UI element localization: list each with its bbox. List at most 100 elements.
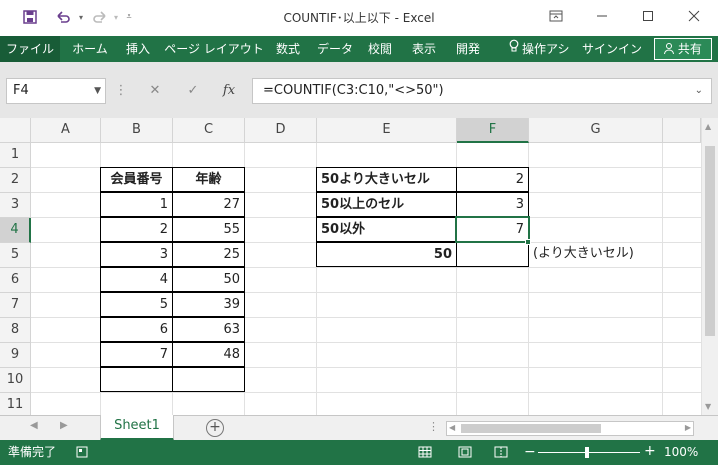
minimize-icon[interactable]	[579, 0, 625, 32]
tell-me-box[interactable]: 操作アシ	[522, 36, 578, 62]
enter-icon[interactable]: ✓	[178, 78, 208, 104]
cancel-icon[interactable]: ✕	[140, 78, 170, 104]
column-header-c[interactable]: C	[173, 118, 245, 143]
tab-formulas[interactable]: 数式	[266, 36, 310, 62]
zoom-level[interactable]: 100%	[664, 440, 698, 465]
cell-c9[interactable]: 48	[172, 342, 245, 367]
scroll-up-icon[interactable]: ▲	[705, 122, 711, 131]
select-all-corner[interactable]	[0, 118, 31, 143]
row-header-11[interactable]: 11	[0, 393, 31, 415]
page-break-view-icon[interactable]	[494, 446, 508, 461]
redo-dropdown-icon[interactable]: ▾	[111, 6, 121, 28]
cell-c4[interactable]: 55	[172, 217, 245, 242]
scroll-right-icon[interactable]: ▶	[685, 423, 691, 432]
row-header-3[interactable]: 3	[0, 193, 31, 218]
cell-e2[interactable]: 50より大きいセル	[316, 167, 457, 192]
more-options-icon[interactable]: ⋮	[114, 78, 128, 104]
zoom-in-icon[interactable]: +	[644, 443, 656, 459]
cell-c10[interactable]	[172, 367, 245, 392]
tab-file[interactable]: ファイル	[0, 36, 60, 62]
cell-c5[interactable]: 25	[172, 242, 245, 267]
column-header-g[interactable]: G	[529, 118, 663, 143]
cell-b10[interactable]	[100, 367, 173, 392]
ribbon-display-icon[interactable]	[533, 0, 579, 32]
cell-f5[interactable]	[456, 242, 529, 267]
cell-b3[interactable]: 1	[100, 192, 173, 217]
zoom-slider-handle[interactable]	[585, 447, 589, 458]
cell-b6[interactable]: 4	[100, 267, 173, 292]
sign-in-link[interactable]: サインイン	[582, 36, 642, 62]
name-box[interactable]: F4 ▼	[6, 78, 106, 104]
horizontal-scrollbar[interactable]: ◀ ▶	[446, 421, 694, 436]
save-icon[interactable]	[18, 6, 42, 28]
cell-b8[interactable]: 6	[100, 317, 173, 342]
cell-c2[interactable]: 年齢	[172, 167, 245, 192]
cell-b7[interactable]: 5	[100, 292, 173, 317]
cell-b9[interactable]: 7	[100, 342, 173, 367]
sheet-prev-icon[interactable]: ◀	[30, 420, 38, 431]
customize-qat-icon[interactable]: ⩡	[122, 6, 136, 28]
cell-e5[interactable]: 50	[316, 242, 457, 267]
row-header-7[interactable]: 7	[0, 293, 31, 318]
cell-c6[interactable]: 50	[172, 267, 245, 292]
cell-b5[interactable]: 3	[100, 242, 173, 267]
chevron-down-icon[interactable]: ▼	[94, 79, 101, 103]
share-button[interactable]: 共有	[654, 38, 712, 60]
cell-b2[interactable]: 会員番号	[100, 167, 173, 192]
normal-view-icon[interactable]	[418, 446, 432, 461]
scroll-thumb[interactable]	[705, 146, 715, 336]
cell-c3[interactable]: 27	[172, 192, 245, 217]
sheet-tab-sheet1[interactable]: Sheet1	[100, 415, 174, 441]
cell-b4[interactable]: 2	[100, 217, 173, 242]
column-header-b[interactable]: B	[101, 118, 173, 143]
cell-f2[interactable]: 2	[456, 167, 529, 192]
scroll-left-icon[interactable]: ◀	[449, 423, 455, 432]
undo-icon[interactable]	[50, 6, 76, 28]
scroll-thumb[interactable]	[461, 424, 601, 433]
page-layout-view-icon[interactable]	[458, 446, 472, 461]
column-header-d[interactable]: D	[245, 118, 317, 143]
tab-data[interactable]: データ	[312, 36, 358, 62]
row-header-4[interactable]: 4	[0, 218, 31, 243]
row-header-2[interactable]: 2	[0, 168, 31, 193]
cell-e3[interactable]: 50以上のセル	[316, 192, 457, 217]
insert-function-icon[interactable]: fx	[216, 78, 242, 104]
tab-view[interactable]: 表示	[404, 36, 444, 62]
tab-home[interactable]: ホーム	[68, 36, 112, 62]
row-header-1[interactable]: 1	[0, 143, 31, 168]
cell-c7[interactable]: 39	[172, 292, 245, 317]
lightbulb-icon[interactable]	[506, 36, 522, 62]
row-header-6[interactable]: 6	[0, 268, 31, 293]
add-sheet-icon[interactable]: +	[206, 419, 224, 437]
zoom-slider[interactable]	[538, 452, 640, 453]
cell-e4[interactable]: 50以外	[316, 217, 457, 242]
zoom-out-icon[interactable]: −	[524, 444, 536, 460]
maximize-icon[interactable]	[625, 0, 671, 32]
expand-formula-icon[interactable]: ⌄	[695, 79, 703, 103]
formula-input[interactable]: =COUNTIF(C3:C10,"<>50") ⌄	[252, 78, 712, 104]
column-header-a[interactable]: A	[31, 118, 101, 143]
tab-insert[interactable]: 挿入	[118, 36, 158, 62]
close-icon[interactable]	[671, 0, 717, 32]
cell-c8[interactable]: 63	[172, 317, 245, 342]
tab-review[interactable]: 校閲	[360, 36, 400, 62]
worksheet-grid[interactable]: A B C D E F G 1 2 3 4 5 6 7 8 9 10 11 会員…	[0, 118, 718, 415]
fill-handle[interactable]	[525, 239, 531, 245]
row-header-9[interactable]: 9	[0, 343, 31, 368]
cell-g5[interactable]: (より大きいセル)	[529, 242, 663, 267]
undo-dropdown-icon[interactable]: ▾	[76, 6, 86, 28]
column-header-e[interactable]: E	[317, 118, 457, 143]
row-header-5[interactable]: 5	[0, 243, 31, 268]
tab-developer[interactable]: 開発	[448, 36, 488, 62]
column-header-f[interactable]: F	[457, 118, 529, 143]
sheet-next-icon[interactable]: ▶	[60, 420, 68, 431]
row-header-10[interactable]: 10	[0, 368, 31, 393]
more-options-icon[interactable]: ⋮	[428, 420, 439, 433]
cell-f3[interactable]: 3	[456, 192, 529, 217]
macro-record-icon[interactable]	[76, 446, 88, 461]
scroll-down-icon[interactable]: ▼	[705, 402, 711, 411]
vertical-scrollbar[interactable]: ▲ ▼	[701, 118, 718, 415]
redo-icon[interactable]	[88, 6, 112, 28]
column-header-next[interactable]	[663, 118, 701, 143]
tab-page-layout[interactable]: ページ レイアウト	[164, 36, 264, 62]
